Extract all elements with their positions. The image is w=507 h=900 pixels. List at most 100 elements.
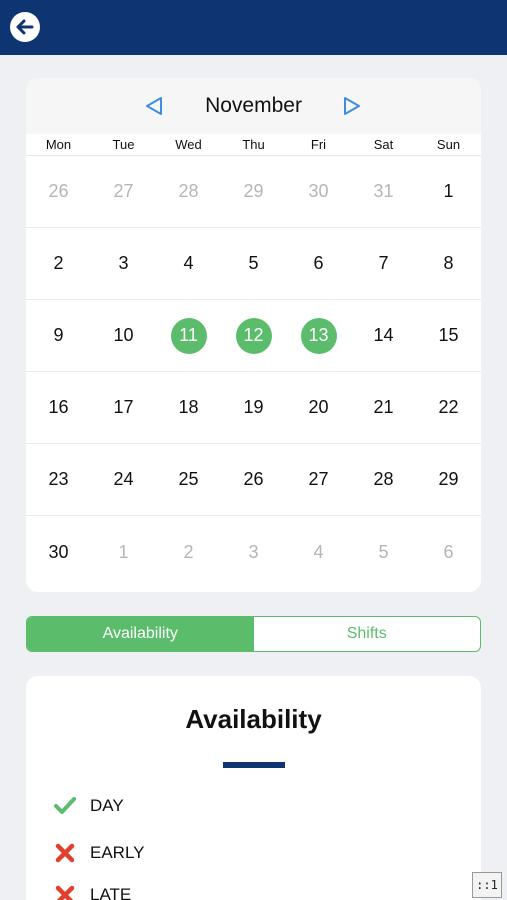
calendar-day[interactable]: 23 [26,444,91,515]
calendar-day[interactable]: 6 [286,228,351,299]
weekday-label: Sun [436,137,461,152]
view-toggle: Availability Shifts [26,616,481,652]
calendar-day[interactable]: 21 [351,372,416,443]
calendar-day[interactable]: 7 [351,228,416,299]
day-number: 25 [178,469,199,489]
day-number: 18 [178,397,199,417]
calendar-day[interactable]: 6 [416,516,481,588]
availability-label: DAY [90,796,124,815]
calendar-day[interactable]: 1 [416,156,481,227]
calendar-week-row: 26 27 28 29 30 31 1 [26,156,481,228]
calendar-day[interactable]: 5 [351,516,416,588]
next-month-button[interactable] [340,94,364,118]
weekday-header: Mon Tue Wed Thu Fri Sat Sun [26,134,481,156]
tab-shifts[interactable]: Shifts [254,617,481,651]
calendar-day[interactable]: 2 [26,228,91,299]
day-number: 17 [113,397,134,417]
top-bar [0,0,507,55]
calendar-day[interactable]: 3 [221,516,286,588]
calendar-day[interactable]: 20 [286,372,351,443]
day-number: 15 [438,325,459,345]
calendar-day[interactable]: 30 [26,516,91,588]
day-number: 2 [183,541,194,562]
availability-item-early[interactable]: EARLY [52,838,145,868]
title-divider [223,762,285,768]
day-number: 6 [443,541,454,562]
calendar-day[interactable]: 27 [91,156,156,227]
calendar-day[interactable]: 26 [26,156,91,227]
calendar-day-selected[interactable]: 12 [221,300,286,371]
calendar-card: November Mon Tue Wed Thu Fri Sat Sun 26 27 28 29 3… [26,78,481,592]
day-number: 29 [243,181,264,201]
calendar-header: November [26,78,481,134]
day-number: 27 [113,181,134,201]
day-number: 23 [48,469,69,489]
day-number: 10 [113,325,134,345]
calendar-day-selected[interactable]: 11 [156,300,221,371]
calendar-day[interactable]: 29 [221,156,286,227]
day-number: 12 [235,317,272,354]
day-number: 26 [243,469,264,489]
day-number: 29 [438,469,459,489]
prev-month-button[interactable] [142,94,166,118]
weekday-label: Thu [242,137,265,152]
weekday-label: Sat [373,137,394,152]
calendar-week-row: 30 1 2 3 4 5 6 [26,516,481,588]
day-number: 3 [248,541,259,562]
day-number: 24 [113,469,134,489]
calendar-day[interactable]: 2 [156,516,221,588]
calendar-day[interactable]: 27 [286,444,351,515]
calendar-day[interactable]: 25 [156,444,221,515]
calendar-day[interactable]: 28 [156,156,221,227]
calendar-day[interactable]: 5 [221,228,286,299]
calendar-day-selected[interactable]: 13 [286,300,351,371]
day-number: 3 [118,253,129,273]
weekday-label: Fri [310,137,327,152]
availability-item-late[interactable]: LATE [52,880,131,900]
weekday-label: Wed [175,137,202,152]
day-number: 20 [308,397,329,417]
month-label: November [205,94,302,117]
calendar-day[interactable]: 4 [156,228,221,299]
weekday-label: Mon [45,137,72,152]
day-number: 11 [170,317,207,354]
day-number: 13 [300,317,337,354]
debug-badge: ::1 [472,872,502,898]
calendar-day[interactable]: 4 [286,516,351,588]
availability-card: Availability DAY EARLY LATE [26,676,481,900]
calendar-day[interactable]: 30 [286,156,351,227]
day-number: 7 [378,253,389,273]
day-number: 5 [248,253,259,273]
calendar-day[interactable]: 15 [416,300,481,371]
calendar-day[interactable]: 17 [91,372,156,443]
tab-availability[interactable]: Availability [27,617,254,651]
calendar-day[interactable]: 19 [221,372,286,443]
calendar-day[interactable]: 28 [351,444,416,515]
day-number: 1 [443,181,454,201]
day-number: 1 [118,541,129,562]
calendar-week-row: 9 10 11 12 13 14 15 [26,300,481,372]
calendar-day[interactable]: 10 [91,300,156,371]
calendar-day[interactable]: 26 [221,444,286,515]
calendar-day[interactable]: 8 [416,228,481,299]
day-number: 31 [373,181,394,201]
calendar-day[interactable]: 14 [351,300,416,371]
availability-item-day[interactable]: DAY [52,791,124,821]
calendar-week-row: 16 17 18 19 20 21 22 [26,372,481,444]
day-number: 21 [373,397,394,417]
back-button[interactable] [10,12,40,42]
calendar-day[interactable]: 1 [91,516,156,588]
calendar-day[interactable]: 18 [156,372,221,443]
day-number: 30 [308,181,329,201]
day-number: 30 [48,541,69,562]
day-number: 5 [378,541,389,562]
calendar-day[interactable]: 3 [91,228,156,299]
calendar-day[interactable]: 31 [351,156,416,227]
calendar-day[interactable]: 16 [26,372,91,443]
day-number: 2 [53,253,64,273]
calendar-day[interactable]: 9 [26,300,91,371]
calendar-day[interactable]: 24 [91,444,156,515]
calendar-day[interactable]: 29 [416,444,481,515]
calendar-day[interactable]: 22 [416,372,481,443]
day-number: 9 [53,325,64,345]
